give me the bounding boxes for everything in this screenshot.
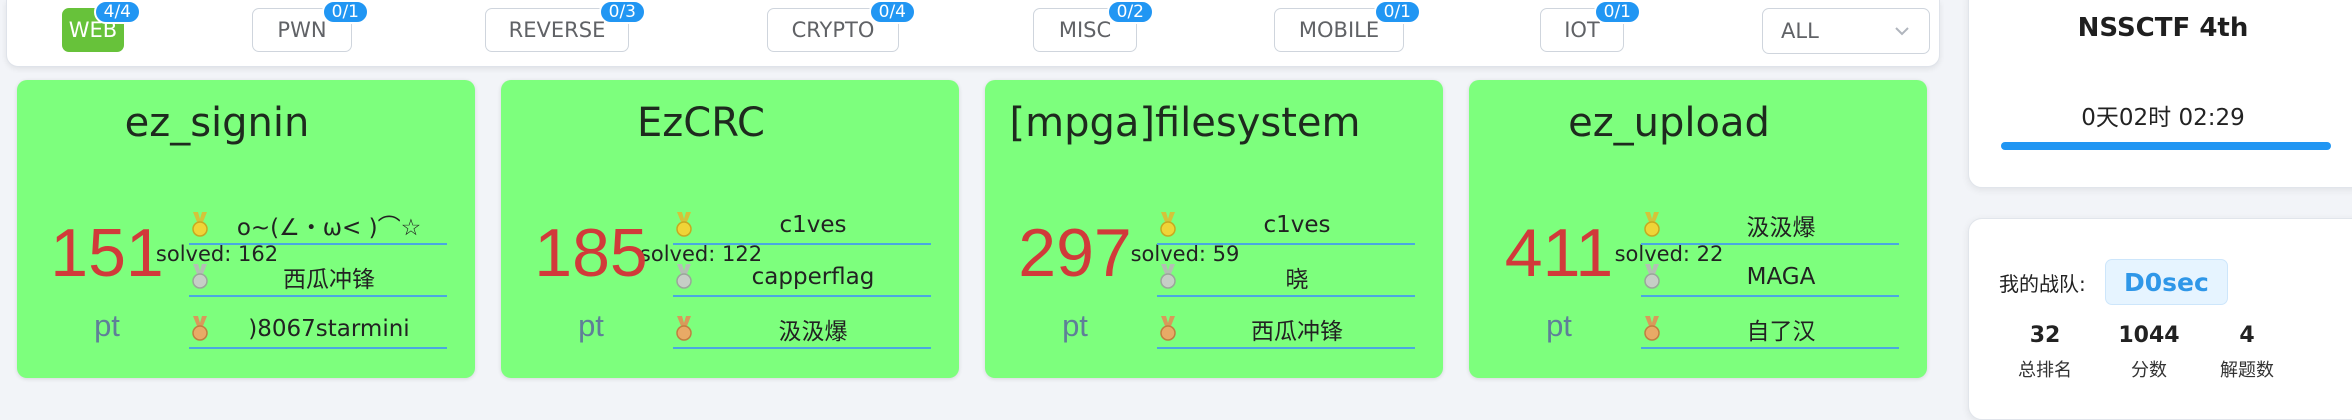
gold-medal-icon [1644,212,1660,237]
filter-misc-button[interactable]: MISC 0/2 [1033,0,1154,52]
filter-label: MISC [1058,18,1112,42]
contest-progress-bar [2001,142,2331,150]
bronze-medal-icon [1644,316,1660,341]
silver-medal-icon [192,264,208,289]
contest-countdown-panel: NSSCTF 4th 0天02时 02:29 [1968,0,2352,188]
solver-name: o~(∠・ω< )⌒☆ [236,215,422,241]
filter-count-badge: 0/1 [1593,0,1641,24]
solver-name: 西瓜冲锋 [283,267,375,293]
challenge-card-ez-signin[interactable]: ez_signin solved: 162 151 pt o~(∠・ω< )⌒☆… [17,80,475,378]
solver-name: 汲汲爆 [1746,215,1816,241]
second-blood-solver: capperflag [673,259,931,297]
second-blood-solver: MAGA [1641,259,1899,297]
score-unit: pt [94,308,120,343]
filter-web-button[interactable]: WEB 4/4 [62,0,141,52]
challenge-score: 411 [1504,215,1614,291]
filter-reverse-button[interactable]: REVERSE 0/3 [485,0,646,52]
challenge-card-mpga-filesystem[interactable]: [mpga]filesystem solved: 59 297 pt c1ves… [985,80,1443,378]
gold-medal-icon [192,212,208,237]
bronze-medal-icon [676,316,692,341]
third-blood-solver: 西瓜冲锋 [1157,311,1415,349]
stat-label: 分数 [2131,360,2167,381]
filter-label: CRYPTO [791,18,875,42]
silver-medal-icon [1160,264,1176,289]
team-solved-stat: 4 解题数 [2197,323,2297,382]
team-score-stat: 1044 分数 [2099,323,2199,382]
silver-medal-icon [676,264,692,289]
team-name-tag[interactable]: D0sec [2105,259,2228,305]
category-select-value: ALL [1781,19,1819,43]
challenge-title: ez_signin [124,100,310,146]
stat-label: 总排名 [2018,360,2072,381]
stat-value: 1044 [2118,323,2180,348]
challenge-score: 151 [50,215,164,291]
filter-label: IOT [1564,18,1600,42]
challenge-title: [mpga]filesystem [1009,100,1361,146]
gold-medal-icon [1160,212,1176,237]
challenge-title: EzCRC [637,100,765,146]
challenge-score: 297 [1018,215,1132,291]
team-panel: 我的战队: D0sec 32 总排名 1044 分数 4 解题数 [1968,218,2352,420]
solver-name: 晓 [1285,267,1309,293]
filter-mobile-button[interactable]: MOBILE 0/1 [1274,0,1421,52]
filter-crypto-button[interactable]: CRYPTO 0/4 [767,0,916,52]
category-filter-bar: WEB 4/4 PWN 0/1 REVERSE 0/3 CRYPTO 0/4 M… [6,0,1940,67]
silver-medal-icon [1644,264,1660,289]
third-blood-solver: 汲汲爆 [673,311,931,349]
solver-name: )8067starmini [248,316,410,342]
first-blood-solver: o~(∠・ω< )⌒☆ [189,207,447,245]
challenge-card-ezcrc[interactable]: EzCRC solved: 122 185 pt c1ves capperfla… [501,80,959,378]
filter-count-badge: 0/2 [1106,0,1154,24]
team-label: 我的战队: [1999,272,2086,296]
contest-countdown: 0天02时 02:29 [2081,105,2245,131]
category-select[interactable]: ALL [1762,8,1930,54]
challenge-card-ez-upload[interactable]: ez_upload solved: 22 411 pt 汲汲爆 MAGA 自了汉 [1469,80,1927,378]
first-blood-solver: c1ves [1157,207,1415,245]
solver-name: 汲汲爆 [778,319,848,345]
filter-label: PWN [277,18,327,42]
filter-count-badge: 0/4 [868,0,916,24]
bronze-medal-icon [192,316,208,341]
chevron-down-icon [1895,27,1909,36]
contest-title: NSSCTF 4th [2077,13,2249,43]
second-blood-solver: 西瓜冲锋 [189,259,447,297]
filter-label: REVERSE [508,18,606,42]
filter-count-badge: 0/3 [598,0,646,24]
score-unit: pt [1062,308,1088,343]
filter-label: MOBILE [1298,18,1380,42]
first-blood-solver: c1ves [673,207,931,245]
solver-name: c1ves [779,212,847,238]
team-rank-stat: 32 总排名 [1995,323,2095,382]
filter-pwn-button[interactable]: PWN 0/1 [252,0,369,52]
solver-name: 西瓜冲锋 [1251,319,1343,345]
filter-count-badge: 0/1 [321,0,369,24]
filter-count-badge: 0/1 [1373,0,1421,24]
stat-value: 32 [2029,323,2061,348]
score-unit: pt [1546,308,1572,343]
second-blood-solver: 晓 [1157,259,1415,297]
challenge-title: ez_upload [1568,100,1770,146]
solver-name: 自了汉 [1746,319,1816,345]
challenge-score: 185 [534,215,648,291]
solver-name: MAGA [1746,264,1816,290]
stat-value: 4 [2239,323,2255,348]
filter-count-badge: 4/4 [93,0,141,24]
solver-name: capperflag [751,264,875,290]
score-unit: pt [578,308,604,343]
third-blood-solver: )8067starmini [189,311,447,349]
third-blood-solver: 自了汉 [1641,311,1899,349]
solver-name: c1ves [1263,212,1331,238]
first-blood-solver: 汲汲爆 [1641,207,1899,245]
stat-label: 解题数 [2220,360,2274,381]
gold-medal-icon [676,212,692,237]
filter-iot-button[interactable]: IOT 0/1 [1540,0,1641,52]
bronze-medal-icon [1160,316,1176,341]
